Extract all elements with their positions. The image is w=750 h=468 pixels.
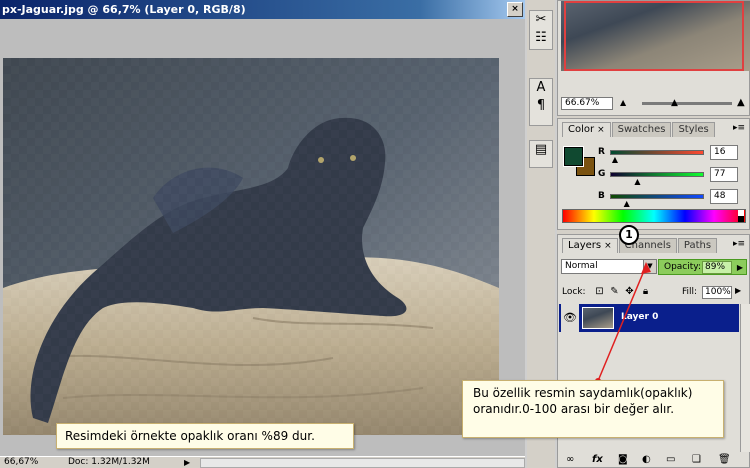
layer-thumbnail bbox=[582, 307, 614, 329]
fill-label: Fill: bbox=[682, 287, 698, 297]
fill-slider-arrow-icon[interactable]: ▶ bbox=[735, 286, 741, 295]
green-track[interactable] bbox=[610, 172, 704, 177]
paragraph-icon[interactable]: ¶ bbox=[530, 97, 552, 115]
color-spectrum-bar[interactable] bbox=[562, 209, 746, 223]
blend-mode-select[interactable]: Normal ▼ bbox=[561, 259, 657, 274]
slider-green: G ▲ 77 bbox=[596, 167, 746, 187]
trash-icon[interactable]: 🗑︎ bbox=[718, 453, 731, 467]
document-window: px-Jaguar.jpg @ 66,7% (Layer 0, RGB/8) × bbox=[0, 0, 525, 468]
tab-styles-label: Styles bbox=[678, 124, 709, 135]
color-panel: Color × Swatches Styles ▸≡ R ▲ 16 G ▲ 77 … bbox=[557, 118, 750, 230]
lock-image-icon[interactable]: ✎ bbox=[609, 286, 620, 297]
lock-transparent-icon[interactable]: ⊡ bbox=[594, 286, 605, 297]
layers-footer: ∞ fx ◙ ◐ ▭ ❑ 🗑︎ bbox=[558, 453, 749, 467]
black-white-swatch[interactable] bbox=[738, 210, 744, 222]
tab-close-icon[interactable]: × bbox=[604, 241, 612, 251]
navigator-zoom-slider[interactable] bbox=[642, 102, 732, 105]
folder-icon[interactable]: ▭ bbox=[666, 453, 675, 467]
slider-blue: B ▲ 48 bbox=[596, 189, 746, 209]
document-title: px-Jaguar.jpg @ 66,7% (Layer 0, RGB/8) bbox=[2, 3, 246, 16]
layers-vertical-scrollbar[interactable] bbox=[740, 304, 750, 452]
brush-tool-icon[interactable]: ✂ bbox=[530, 11, 552, 29]
navigator-zoom-input[interactable]: 66.67% bbox=[561, 97, 613, 110]
zoom-status[interactable]: 66,67% bbox=[4, 457, 38, 468]
tab-layers[interactable]: Layers × bbox=[562, 238, 618, 253]
tool-group-2: A ¶ bbox=[529, 78, 553, 126]
lock-label: Lock: bbox=[562, 287, 586, 297]
layers-menu-icon[interactable]: ▸≡ bbox=[733, 239, 745, 249]
zoom-slider-thumb-icon[interactable]: ▲ bbox=[671, 98, 678, 108]
color-panel-tabs: Color × Swatches Styles bbox=[562, 122, 716, 137]
zoom-out-icon[interactable]: ▲ bbox=[620, 98, 626, 107]
blue-value-input[interactable]: 48 bbox=[710, 189, 738, 204]
slider-red: R ▲ 16 bbox=[596, 145, 746, 165]
green-thumb-icon[interactable]: ▲ bbox=[634, 177, 640, 186]
opacity-explanation-caption: Bu özellik resmin saydamlık(opaklık) ora… bbox=[462, 380, 724, 438]
zoom-in-icon[interactable]: ▲ bbox=[737, 97, 745, 108]
lock-all-icon[interactable]: 🔒︎ bbox=[640, 286, 651, 297]
tab-paths[interactable]: Paths bbox=[677, 238, 718, 253]
fx-icon[interactable]: fx bbox=[592, 453, 603, 467]
navigator-view-box[interactable] bbox=[564, 1, 744, 71]
chevron-down-icon[interactable]: ▼ bbox=[643, 260, 656, 273]
panel-menu-icon[interactable]: ▸≡ bbox=[733, 123, 745, 133]
blue-label: B bbox=[598, 191, 605, 201]
tool-group-1: ✂ ☷ bbox=[529, 10, 553, 50]
status-menu-arrow-icon[interactable]: ▶ bbox=[184, 457, 194, 468]
doc-size-status: Doc: 1.32M/1.32M bbox=[68, 457, 150, 467]
opacity-label: Opacity: bbox=[664, 262, 701, 272]
fill-input[interactable]: 100% bbox=[702, 286, 732, 299]
navigator-panel: 66.67% ▲ ▲ ▲ bbox=[557, 0, 750, 116]
character-icon[interactable]: A bbox=[530, 79, 552, 97]
red-label: R bbox=[598, 147, 605, 157]
tab-color-label: Color bbox=[568, 124, 595, 135]
red-track[interactable] bbox=[610, 150, 704, 155]
tab-color[interactable]: Color × bbox=[562, 122, 611, 137]
tab-swatches[interactable]: Swatches bbox=[611, 122, 672, 137]
visibility-eye-icon[interactable]: 👁︎ bbox=[561, 304, 579, 332]
opacity-input[interactable]: 89% bbox=[702, 261, 732, 274]
red-thumb-icon[interactable]: ▲ bbox=[612, 155, 618, 164]
link-icon[interactable]: ∞ bbox=[566, 453, 574, 467]
opacity-control: Opacity: 89% ▶ bbox=[658, 259, 747, 275]
foreground-color-swatch[interactable] bbox=[563, 146, 584, 167]
adjustment-icon[interactable]: ◐ bbox=[642, 453, 651, 467]
layers-panel-tabs: Layers × Channels Paths bbox=[562, 238, 718, 253]
step-number-badge: 1 bbox=[619, 225, 639, 245]
lock-position-icon[interactable]: ✥ bbox=[624, 286, 635, 297]
jaguar-photo bbox=[3, 58, 499, 435]
tab-close-icon[interactable]: × bbox=[597, 125, 605, 135]
tab-layers-label: Layers bbox=[568, 240, 602, 251]
tab-paths-label: Paths bbox=[683, 240, 712, 251]
info-icon[interactable]: ▤ bbox=[530, 141, 552, 159]
blend-mode-value: Normal bbox=[565, 261, 598, 271]
new-layer-icon[interactable]: ❑ bbox=[692, 453, 701, 467]
red-value-input[interactable]: 16 bbox=[710, 145, 738, 160]
history-icon[interactable]: ☷ bbox=[530, 29, 552, 47]
document-statusbar: 66,67% Doc: 1.32M/1.32M ▶ bbox=[0, 456, 525, 468]
layer-name[interactable]: Layer 0 bbox=[621, 312, 658, 322]
blue-thumb-icon[interactable]: ▲ bbox=[624, 199, 630, 208]
green-value-input[interactable]: 77 bbox=[710, 167, 738, 182]
opacity-slider-arrow-icon[interactable]: ▶ bbox=[735, 261, 745, 274]
tab-swatches-label: Swatches bbox=[617, 124, 666, 135]
document-titlebar[interactable]: px-Jaguar.jpg @ 66,7% (Layer 0, RGB/8) × bbox=[0, 0, 525, 19]
jaguar-image[interactable] bbox=[3, 58, 499, 435]
canvas-area bbox=[0, 19, 525, 456]
mask-icon[interactable]: ◙ bbox=[618, 453, 628, 467]
tab-styles[interactable]: Styles bbox=[672, 122, 715, 137]
image-opacity-caption: Resimdeki örnekte opaklık oranı %89 dur. bbox=[56, 423, 354, 449]
horizontal-scrollbar[interactable] bbox=[200, 458, 525, 468]
tool-group-3: ▤ bbox=[529, 140, 553, 168]
layer-row[interactable]: 👁︎ Layer 0 bbox=[559, 304, 739, 332]
close-button[interactable]: × bbox=[507, 2, 523, 17]
green-label: G bbox=[598, 169, 606, 179]
